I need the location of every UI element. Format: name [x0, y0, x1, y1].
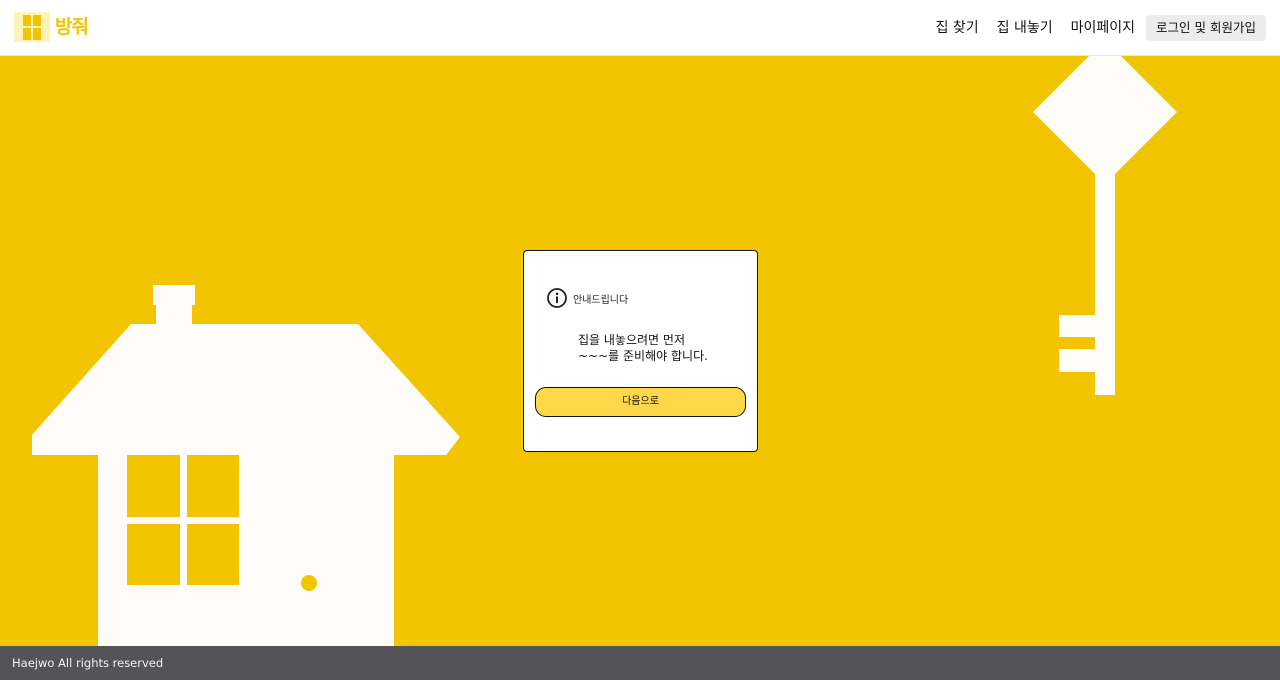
window-pane	[128, 455, 180, 517]
dialog-message: 집을 내놓으려면 먼저 ~~~를 준비해야 합니다.	[578, 332, 708, 364]
house-door	[285, 514, 361, 646]
dialog-title: 안내드립니다	[573, 294, 629, 306]
login-signup-button[interactable]: 로그인 및 회원가입	[1146, 15, 1266, 41]
roof	[32, 324, 460, 455]
next-button[interactable]: 다음으로	[535, 387, 746, 417]
nav-mypage[interactable]: 마이페이지	[1071, 15, 1135, 41]
footer-copyright: Haejwo All rights reserved	[12, 656, 164, 670]
nav-find-house[interactable]: 집 찾기	[936, 15, 979, 41]
house-wall-right	[361, 453, 394, 646]
dialog-message-line: 집을 내놓으려면 먼저	[578, 333, 685, 347]
info-icon	[547, 288, 567, 308]
chimney	[156, 303, 192, 327]
house-illustration	[32, 285, 460, 646]
chimney-cap	[153, 285, 195, 305]
dialog-message-line: ~~~를 준비해야 합니다.	[578, 349, 708, 363]
key-tooth	[1059, 349, 1099, 372]
logo-text: 방줘	[55, 16, 89, 38]
key-tooth	[1059, 315, 1099, 337]
house-wall-left	[98, 453, 127, 646]
window-pane	[128, 524, 180, 585]
notice-dialog: 안내드립니다 집을 내놓으려면 먼저 ~~~를 준비해야 합니다. 다음으로	[523, 250, 758, 452]
top-header: 방줘 집 찾기 집 내놓기 마이페이지 로그인 및 회원가입	[0, 0, 1280, 56]
door-knob	[301, 575, 317, 591]
nav-list-house[interactable]: 집 내놓기	[997, 15, 1053, 41]
key-illustration	[1033, 40, 1177, 395]
main-nav: 집 찾기 집 내놓기 마이페이지 로그인 및 회원가입	[918, 15, 1266, 41]
window-pane	[187, 455, 239, 517]
page-footer: Haejwo All rights reserved	[0, 646, 1280, 680]
window-pane	[187, 524, 239, 585]
dialog-header: 안내드립니다	[546, 287, 628, 309]
window-logo-icon	[14, 12, 50, 42]
logo[interactable]: 방줘	[14, 12, 89, 42]
house-wall-middle	[242, 453, 285, 646]
